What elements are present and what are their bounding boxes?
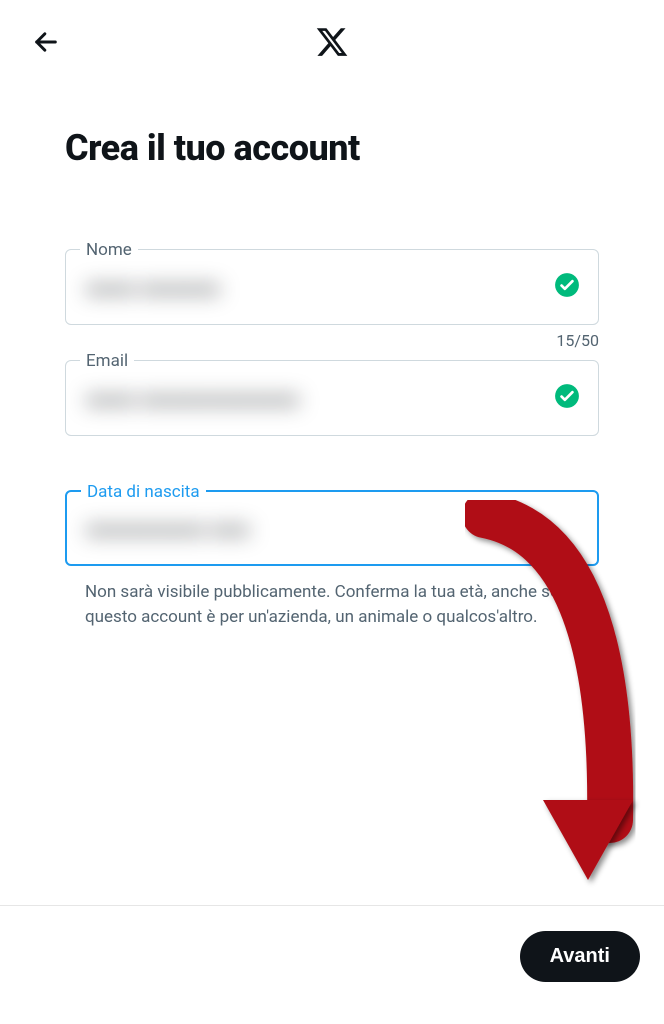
email-label: Email bbox=[80, 351, 134, 371]
dob-label: Data di nascita bbox=[81, 482, 206, 502]
back-button[interactable] bbox=[28, 24, 64, 63]
email-field-wrap: Email xxxxx xxxxxxxxxxxxxxxx bbox=[65, 360, 599, 436]
arrow-left-icon bbox=[32, 28, 60, 56]
dob-field[interactable]: Data di nascita xxxxxxxxxxxx xxxx bbox=[65, 490, 599, 566]
dob-field-wrap: Data di nascita xxxxxxxxxxxx xxxx Non sa… bbox=[65, 490, 599, 629]
dob-hint: Non sarà visibile pubblicamente. Conferm… bbox=[65, 580, 599, 629]
header bbox=[0, 0, 664, 87]
check-icon bbox=[554, 383, 580, 413]
dob-value: xxxxxxxxxxxx xxxx bbox=[86, 517, 542, 541]
page-title: Crea il tuo account bbox=[65, 127, 599, 169]
check-icon bbox=[554, 272, 580, 302]
email-field[interactable]: Email xxxxx xxxxxxxxxxxxxxxx bbox=[65, 360, 599, 436]
name-label: Nome bbox=[80, 240, 138, 260]
name-counter: 15/50 bbox=[65, 331, 599, 350]
name-field[interactable]: Nome xxxxx xxxxxxxx bbox=[65, 249, 599, 325]
next-button[interactable]: Avanti bbox=[520, 931, 640, 982]
name-value: xxxxx xxxxxxxx bbox=[86, 276, 542, 300]
name-field-wrap: Nome xxxxx xxxxxxxx 15/50 bbox=[65, 249, 599, 350]
x-logo-icon bbox=[315, 25, 349, 63]
footer-divider bbox=[0, 905, 664, 906]
email-value: xxxxx xxxxxxxxxxxxxxxx bbox=[86, 387, 542, 411]
